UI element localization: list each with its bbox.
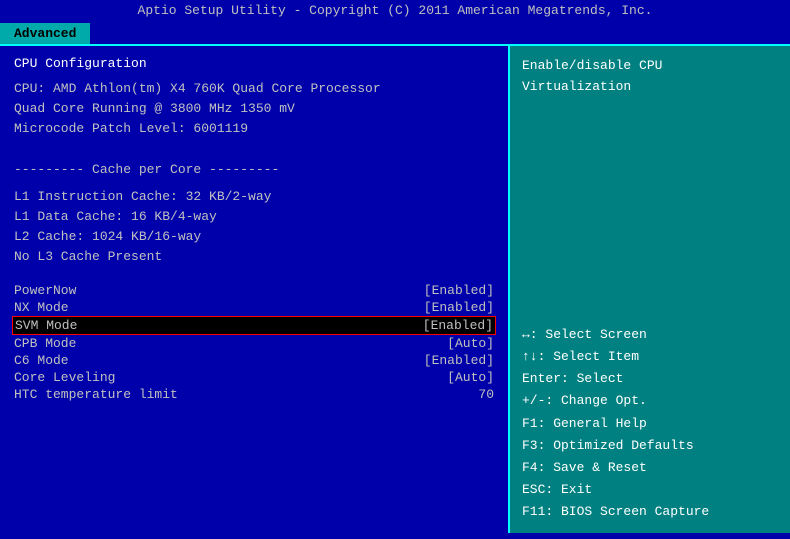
row-svmmode-value: [Enabled] xyxy=(423,318,493,333)
row-svmmode-label: SVM Mode xyxy=(15,318,77,333)
row-c6mode[interactable]: C6 Mode [Enabled] xyxy=(14,352,494,369)
ctrl-3: +/-: Change Opt. xyxy=(522,390,778,412)
row-svmmode[interactable]: SVM Mode [Enabled] xyxy=(12,316,496,335)
row-htctemp-value: 70 xyxy=(478,387,494,402)
row-powernow-value: [Enabled] xyxy=(424,283,494,298)
row-coreleveling[interactable]: Core Leveling [Auto] xyxy=(14,369,494,386)
row-c6mode-label: C6 Mode xyxy=(14,353,69,368)
cpu-line-1: Quad Core Running @ 3800 MHz 1350 mV xyxy=(14,99,494,119)
ctrl-1: ↑↓: Select Item xyxy=(522,346,778,368)
cpu-line-0: CPU: AMD Athlon(tm) X4 760K Quad Core Pr… xyxy=(14,79,494,99)
row-cpbmode-label: CPB Mode xyxy=(14,336,76,351)
row-htctemp-label: HTC temperature limit xyxy=(14,387,178,402)
tab-advanced[interactable]: Advanced xyxy=(0,23,90,44)
row-nxmode-value: [Enabled] xyxy=(424,300,494,315)
ctrl-5: F3: Optimized Defaults xyxy=(522,435,778,457)
section-title: CPU Configuration xyxy=(14,56,494,71)
ctrl-0: ↔: Select Screen xyxy=(522,324,778,346)
cpu-line-2: Microcode Patch Level: 6001119 xyxy=(14,119,494,139)
row-coreleveling-value: [Auto] xyxy=(447,370,494,385)
ctrl-6: F4: Save & Reset xyxy=(522,457,778,479)
ctrl-4: F1: General Help xyxy=(522,413,778,435)
cache-line-2: L2 Cache: 1024 KB/16-way xyxy=(14,227,494,247)
row-nxmode[interactable]: NX Mode [Enabled] xyxy=(14,299,494,316)
main-layout: CPU Configuration CPU: AMD Athlon(tm) X4… xyxy=(0,44,790,533)
right-help-text: Enable/disable CPUVirtualization xyxy=(522,56,778,98)
right-panel: Enable/disable CPUVirtualization ↔: Sele… xyxy=(510,46,790,533)
left-panel: CPU Configuration CPU: AMD Athlon(tm) X4… xyxy=(0,46,510,533)
row-nxmode-label: NX Mode xyxy=(14,300,69,315)
row-htctemp[interactable]: HTC temperature limit 70 xyxy=(14,386,494,403)
row-cpbmode[interactable]: CPB Mode [Auto] xyxy=(14,335,494,352)
title-bar: Aptio Setup Utility - Copyright (C) 2011… xyxy=(0,0,790,21)
cache-info-block: L1 Instruction Cache: 32 KB/2-way L1 Dat… xyxy=(14,187,494,247)
ctrl-7: ESC: Exit xyxy=(522,479,778,501)
cpu-info-block: CPU: AMD Athlon(tm) X4 760K Quad Core Pr… xyxy=(14,79,494,139)
row-powernow[interactable]: PowerNow [Enabled] xyxy=(14,282,494,299)
row-coreleveling-label: Core Leveling xyxy=(14,370,115,385)
cache-line-1: L1 Data Cache: 16 KB/4-way xyxy=(14,207,494,227)
row-cpbmode-value: [Auto] xyxy=(447,336,494,351)
ctrl-8: F11: BIOS Screen Capture xyxy=(522,501,778,523)
title-text: Aptio Setup Utility - Copyright (C) 2011… xyxy=(138,3,653,18)
help-text: Enable/disable CPUVirtualization xyxy=(522,58,662,94)
l3-cache: No L3 Cache Present xyxy=(14,247,494,267)
config-rows: PowerNow [Enabled] NX Mode [Enabled] SVM… xyxy=(14,282,494,403)
row-powernow-label: PowerNow xyxy=(14,283,76,298)
row-c6mode-value: [Enabled] xyxy=(424,353,494,368)
cache-line-0: L1 Instruction Cache: 32 KB/2-way xyxy=(14,187,494,207)
cache-separator: --------- Cache per Core --------- xyxy=(14,160,494,180)
tab-bar: Advanced xyxy=(0,21,790,44)
ctrl-2: Enter: Select xyxy=(522,368,778,390)
right-controls: ↔: Select Screen ↑↓: Select Item Enter: … xyxy=(522,324,778,523)
